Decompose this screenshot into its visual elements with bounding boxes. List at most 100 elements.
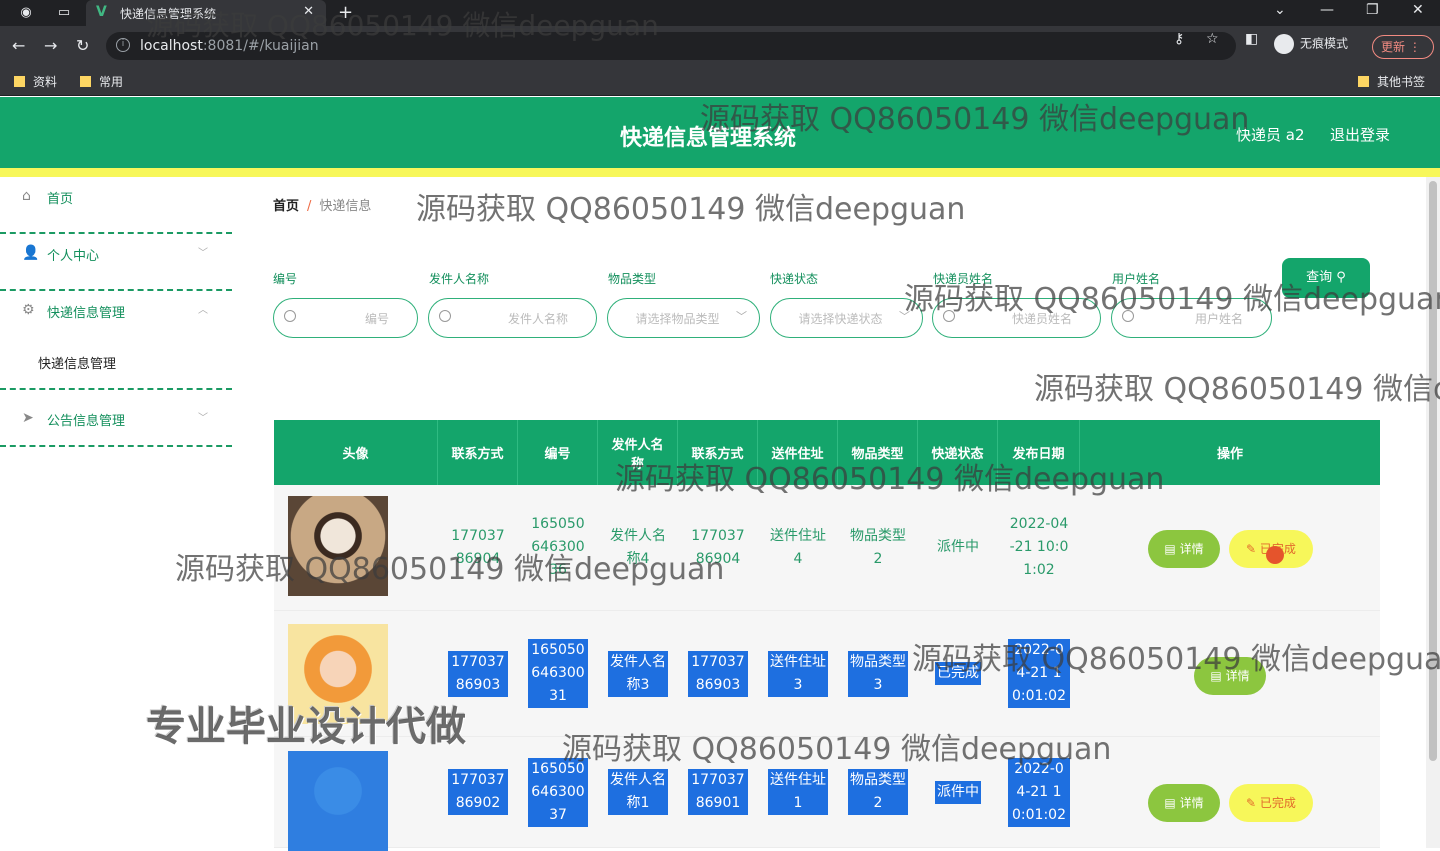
filter-label-courier: 快递员姓名: [933, 272, 994, 286]
cell-sender: 发件人名称1: [608, 769, 668, 815]
browser-tab[interactable]: V 快递信息管理系统 ✕: [86, 0, 326, 26]
window-close-icon[interactable]: ✕: [1412, 2, 1424, 18]
detail-button[interactable]: ▤ 详情: [1148, 784, 1220, 822]
cell-type: 物品类型2: [850, 527, 906, 567]
complete-label: 已完成: [1259, 796, 1296, 810]
detail-label: 详情: [1225, 669, 1250, 683]
sidebar-item-home[interactable]: ⌂ 首页: [0, 177, 232, 234]
detail-label: 详情: [1179, 542, 1204, 556]
send-icon: ➤: [22, 410, 34, 426]
cell-date: 2022-04-21 10:01:02: [1008, 757, 1070, 827]
chevron-down-icon: ﹀: [198, 413, 208, 424]
breadcrumb-current: 快递信息: [319, 199, 372, 214]
cell-number: 16505064630031: [528, 639, 588, 708]
column-header: 发布日期: [998, 420, 1080, 485]
cell-contact: 17703786903: [688, 650, 748, 697]
detail-button[interactable]: ▤ 详情: [1148, 530, 1220, 568]
close-tab-icon[interactable]: ✕: [303, 4, 314, 19]
banner-watermark: 专业毕业设计代做: [146, 704, 466, 750]
number-search-input[interactable]: 编号: [273, 298, 418, 338]
sidebar-item-label: 个人中心: [47, 249, 100, 264]
input-placeholder: 快递员姓名: [1011, 312, 1072, 326]
sidebar-subitem-express[interactable]: 快递信息管理: [0, 337, 232, 390]
app-title: 快递信息管理系统: [620, 126, 797, 151]
cell-sender: 发件人名称4: [610, 527, 666, 567]
search-icon: [1122, 310, 1134, 322]
table-row: 17703786902 16505064630037 发件人名称1 177037…: [274, 737, 1380, 851]
bookmarks-bar: 资料 常用 其他书签: [0, 66, 1440, 96]
cell-contact: 17703786903: [448, 650, 508, 697]
scrollbar-thumb[interactable]: [1429, 181, 1437, 761]
tab-list-icon[interactable]: ⌄: [1274, 2, 1286, 18]
mouse-cursor-highlight: [1266, 546, 1284, 564]
logout-link[interactable]: 退出登录: [1330, 124, 1390, 145]
cell-status: 派件中: [935, 780, 981, 804]
folder-icon: [1358, 76, 1369, 87]
sidebar-item-notice[interactable]: ➤ 公告信息管理 ﹀: [0, 390, 232, 447]
column-header: 送件住址: [758, 420, 838, 485]
courier-search-input[interactable]: 快递员姓名: [932, 298, 1101, 338]
bookmark-folder-2[interactable]: 常用: [80, 73, 123, 90]
filter-label-sender: 发件人名称: [429, 272, 490, 286]
breadcrumb-home[interactable]: 首页: [273, 199, 299, 214]
cell-contact: 17703786904: [451, 527, 505, 567]
watermark: 源码获取 QQ86050149 微信d: [1034, 372, 1440, 407]
header-accent-strip: [0, 168, 1440, 177]
incognito-icon: [1274, 34, 1294, 54]
minimize-icon[interactable]: —: [1320, 2, 1334, 18]
filter-label-user: 用户姓名: [1112, 272, 1161, 286]
query-button-label: 查询: [1306, 270, 1333, 285]
app-header: 快递信息管理系统 快递员 a2 退出登录: [0, 97, 1440, 168]
sender-search-input[interactable]: 发件人名称: [428, 298, 597, 338]
input-placeholder: 用户姓名: [1194, 312, 1243, 326]
query-button[interactable]: 查询 ⚲: [1282, 258, 1370, 298]
incognito-indicator[interactable]: 无痕模式: [1274, 34, 1348, 54]
tab-search-icon[interactable]: ▭: [56, 5, 72, 21]
watermark: 源码获取 QQ86050149 微信deepguan: [416, 192, 966, 227]
avatar: [288, 496, 388, 596]
user-search-input[interactable]: 用户姓名: [1111, 298, 1272, 338]
maximize-icon[interactable]: ❐: [1366, 2, 1379, 18]
cell-status: 已完成: [935, 662, 981, 685]
detail-label: 详情: [1179, 796, 1204, 810]
reload-icon[interactable]: ↻: [76, 36, 89, 55]
url-host: localhost: [140, 38, 203, 54]
new-tab-icon[interactable]: +: [338, 2, 353, 23]
tab-title: 快递信息管理系统: [120, 7, 217, 21]
bookmark-folder-1[interactable]: 资料: [14, 73, 57, 90]
chevron-down-icon: ﹀: [198, 248, 208, 259]
back-icon[interactable]: ←: [12, 36, 25, 55]
page-scrollbar[interactable]: [1426, 177, 1440, 848]
cell-type: 物品类型3: [848, 650, 908, 697]
url-input[interactable]: i localhost:8081/#/kuaijian: [106, 32, 1236, 60]
filter-label-number: 编号: [273, 272, 298, 286]
status-select[interactable]: 请选择快递状态 ﹀: [770, 298, 923, 338]
cell-number: 16505064630036: [531, 516, 585, 578]
sidebar-item-label: 公告信息管理: [47, 414, 126, 429]
search-icon: [439, 310, 451, 322]
forward-icon[interactable]: →: [44, 36, 57, 55]
table-row: 17703786904 16505064630036 发件人名称4 177037…: [274, 485, 1380, 611]
update-label: 更新: [1381, 40, 1406, 54]
sidebar-toggle-icon[interactable]: ◧: [1245, 31, 1258, 47]
address-bar-row: ← → ↻ i localhost:8081/#/kuaijian ⚷ ☆ ◧ …: [0, 26, 1440, 66]
avatar: [288, 751, 388, 851]
key-icon[interactable]: ⚷: [1174, 31, 1184, 47]
chevron-up-icon: ︿: [198, 305, 208, 316]
site-info-icon[interactable]: i: [116, 38, 130, 52]
browser-menu-icon[interactable]: ◉: [18, 5, 34, 21]
update-button[interactable]: 更新 ⋮: [1372, 35, 1434, 59]
cell-date: 2022-04-21 10:01:02: [1008, 639, 1070, 708]
breadcrumb-separator: /: [307, 199, 312, 214]
folder-icon: [80, 76, 91, 87]
input-placeholder: 编号: [364, 312, 389, 326]
column-header: 联系方式: [678, 420, 758, 485]
bookmark-star-icon[interactable]: ☆: [1206, 31, 1219, 47]
sidebar-item-profile[interactable]: 👤 个人中心 ﹀: [0, 234, 232, 291]
complete-button[interactable]: ✎ 已完成: [1229, 784, 1313, 822]
detail-button[interactable]: ▤ 详情: [1194, 657, 1266, 695]
column-header: 快递状态: [918, 420, 998, 485]
other-bookmarks[interactable]: 其他书签: [1358, 73, 1425, 90]
item-type-select[interactable]: 请选择物品类型 ﹀: [607, 298, 760, 338]
cell-contact: 17703786901: [688, 769, 748, 815]
